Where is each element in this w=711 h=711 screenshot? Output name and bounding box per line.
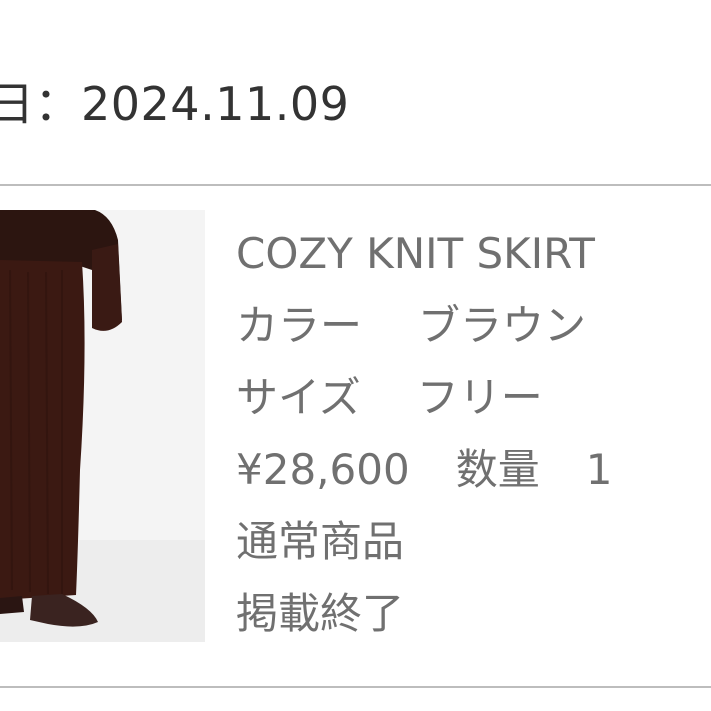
quantity-value: 1	[585, 445, 613, 494]
item-type: 通常商品	[236, 517, 405, 566]
order-date-separator: ：	[34, 77, 81, 131]
divider	[0, 686, 711, 688]
product-name[interactable]: COZY KNIT SKIRT	[236, 218, 711, 290]
skirt-photo-icon	[0, 210, 205, 642]
size-row: サイズ フリー	[236, 362, 711, 434]
listing-status: 掲載終了	[236, 589, 405, 638]
quantity-label: 数量	[455, 445, 540, 494]
order-date-label: 日	[0, 77, 35, 131]
size-label: サイズ	[236, 373, 361, 422]
price: ¥28,600	[236, 445, 410, 494]
order-date-row: 日：2024.11.09	[0, 72, 349, 136]
product-details: COZY KNIT SKIRT カラー ブラウン サイズ フリー ¥28,600 数量…	[236, 218, 711, 650]
color-row: カラー ブラウン	[236, 290, 711, 362]
product-image[interactable]	[0, 210, 205, 642]
order-date-value: 2024.11.09	[81, 77, 350, 131]
color-value: ブラウン	[418, 301, 587, 350]
color-label: カラー	[236, 301, 363, 350]
size-value: フリー	[416, 373, 543, 422]
cropped-header-fragment	[0, 0, 80, 8]
divider	[0, 184, 711, 186]
price-quantity-row: ¥28,600 数量 1	[236, 434, 711, 506]
